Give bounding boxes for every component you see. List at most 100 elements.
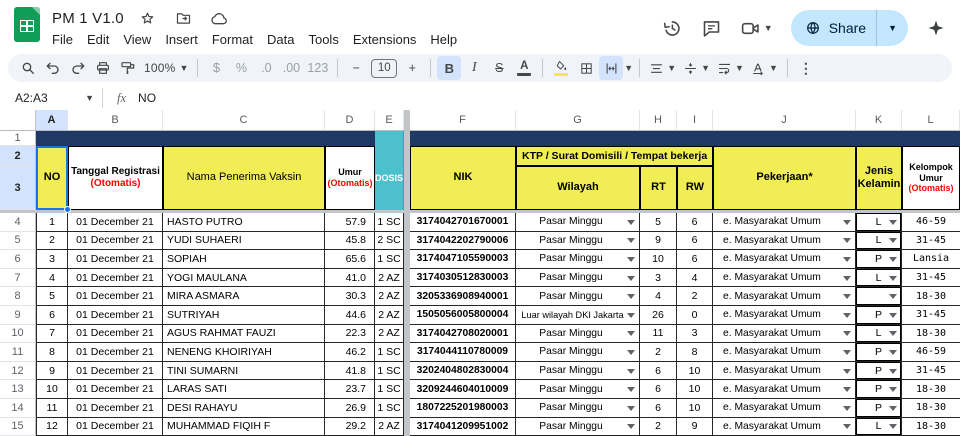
cell-umur[interactable]: 30.3 bbox=[325, 287, 375, 306]
cell-nik[interactable]: 3209244604010009 bbox=[410, 380, 516, 399]
cell-wilayah-dropdown[interactable]: Pasar Minggu bbox=[516, 343, 640, 362]
header-nama-cell[interactable]: Nama Penerima Vaksin bbox=[163, 146, 325, 210]
cell-kelompok-umur[interactable]: 46-59 bbox=[902, 213, 960, 232]
cell-nik[interactable]: 1505056005800004 bbox=[410, 305, 516, 325]
strikethrough-button[interactable]: S bbox=[487, 56, 511, 80]
column-header-H[interactable]: H bbox=[640, 110, 677, 130]
cell-rt[interactable]: 6 bbox=[640, 361, 677, 381]
dropdown-arrow-icon[interactable] bbox=[627, 312, 635, 318]
cell-rt[interactable]: 2 bbox=[640, 343, 677, 362]
column-header-C[interactable]: C bbox=[163, 110, 325, 130]
column-header-L[interactable]: L bbox=[902, 110, 960, 130]
dropdown-arrow-icon[interactable] bbox=[843, 256, 851, 262]
cell-jenis-kelamin-dropdown[interactable]: L bbox=[856, 324, 902, 344]
cell-jenis-kelamin-dropdown[interactable]: P bbox=[856, 361, 902, 381]
cell-rt[interactable]: 6 bbox=[640, 380, 677, 399]
cell-rw[interactable]: 3 bbox=[677, 324, 713, 344]
cell-pekerjaan-dropdown[interactable]: e. Masyarakat Umum bbox=[713, 213, 856, 232]
undo-button[interactable] bbox=[41, 56, 65, 80]
cell-nama-penerima[interactable]: HASTO PUTRO bbox=[163, 213, 325, 232]
header-umur-cell[interactable]: Umur (Otomatis) bbox=[325, 146, 375, 210]
cell-rt[interactable]: 2 bbox=[640, 417, 677, 436]
name-box[interactable]: A2:A3 ▼ bbox=[0, 91, 102, 105]
cell-nik[interactable]: 3202404802830004 bbox=[410, 361, 516, 381]
cell-wilayah-dropdown[interactable]: Pasar Minggu bbox=[516, 361, 640, 381]
toolbar-more-button[interactable]: ⋮ bbox=[794, 56, 818, 80]
cell-nama-penerima[interactable]: DESI RAHAYU bbox=[163, 398, 325, 418]
dropdown-arrow-icon[interactable] bbox=[627, 238, 635, 244]
cell-wilayah-dropdown[interactable]: Pasar Minggu bbox=[516, 324, 640, 344]
dropdown-arrow-icon[interactable] bbox=[843, 294, 851, 300]
dropdown-arrow-icon[interactable] bbox=[889, 349, 897, 355]
header-wilayah-cell[interactable]: Wilayah bbox=[516, 166, 640, 210]
row-header-4[interactable]: 4 bbox=[0, 213, 36, 232]
increase-decimal-button[interactable]: .00 bbox=[279, 56, 303, 80]
redo-button[interactable] bbox=[66, 56, 90, 80]
italic-button[interactable]: I bbox=[462, 56, 486, 80]
column-header-D[interactable]: D bbox=[325, 110, 375, 130]
cell-no[interactable]: 12 bbox=[36, 417, 68, 436]
borders-button[interactable] bbox=[574, 56, 598, 80]
print-button[interactable] bbox=[91, 56, 115, 80]
row-header-11[interactable]: 11 bbox=[0, 343, 36, 362]
cell-nama-penerima[interactable]: NENENG KHOIRIYAH bbox=[163, 343, 325, 362]
header-tanggal-cell[interactable]: Tanggal Registrasi (Otomatis) bbox=[68, 146, 163, 210]
banner-row-cell[interactable] bbox=[856, 131, 902, 146]
menu-data[interactable]: Data bbox=[260, 30, 301, 49]
dropdown-arrow-icon[interactable] bbox=[889, 312, 897, 318]
cell-kelompok-umur[interactable]: 18-30 bbox=[902, 398, 960, 418]
row-header-14[interactable]: 14 bbox=[0, 398, 36, 418]
cell-jenis-kelamin-dropdown[interactable]: P bbox=[856, 398, 902, 418]
cell-tanggal-registrasi[interactable]: 01 December 21 bbox=[68, 324, 163, 344]
cell-tanggal-registrasi[interactable]: 01 December 21 bbox=[68, 305, 163, 325]
cell-umur[interactable]: 26.9 bbox=[325, 398, 375, 418]
column-header-A[interactable]: A bbox=[36, 110, 68, 130]
comments-icon[interactable] bbox=[700, 16, 724, 40]
google-sheets-logo-icon[interactable] bbox=[14, 7, 40, 42]
cell-pekerjaan-dropdown[interactable]: e. Masyarakat Umum bbox=[713, 324, 856, 344]
header-no-cell[interactable]: NO bbox=[36, 146, 68, 210]
row-header-7[interactable]: 7 bbox=[0, 268, 36, 288]
cell-pekerjaan-dropdown[interactable]: e. Masyarakat Umum bbox=[713, 287, 856, 306]
cell-dosis[interactable]: 1 SC bbox=[375, 343, 404, 362]
paint-format-button[interactable] bbox=[116, 56, 140, 80]
cell-jenis-kelamin-dropdown[interactable]: P bbox=[856, 305, 902, 325]
cell-dosis[interactable]: 2 SC bbox=[375, 231, 404, 251]
header-jenis-kelamin-cell[interactable]: Jenis Kelamin bbox=[856, 146, 902, 210]
cell-rw[interactable]: 10 bbox=[677, 380, 713, 399]
cell-jenis-kelamin-dropdown[interactable]: L bbox=[856, 231, 902, 251]
dropdown-arrow-icon[interactable] bbox=[889, 294, 897, 300]
cell-rw[interactable]: 6 bbox=[677, 213, 713, 232]
dropdown-arrow-icon[interactable] bbox=[889, 387, 897, 393]
gemini-sparkle-icon[interactable] bbox=[924, 16, 948, 40]
header-pekerjaan-cell[interactable]: Pekerjaan* bbox=[713, 146, 856, 210]
cell-tanggal-registrasi[interactable]: 01 December 21 bbox=[68, 343, 163, 362]
row-header-13[interactable]: 13 bbox=[0, 380, 36, 399]
cell-jenis-kelamin-dropdown[interactable]: L bbox=[856, 417, 902, 436]
move-folder-icon[interactable] bbox=[172, 6, 196, 30]
cell-dosis[interactable]: 1 SC bbox=[375, 250, 404, 269]
cell-rw[interactable]: 9 bbox=[677, 417, 713, 436]
dropdown-arrow-icon[interactable] bbox=[627, 219, 635, 225]
cell-no[interactable]: 9 bbox=[36, 361, 68, 381]
cell-dosis[interactable]: 2 AZ bbox=[375, 268, 404, 288]
cell-rw[interactable]: 2 bbox=[677, 287, 713, 306]
menu-edit[interactable]: Edit bbox=[80, 30, 116, 49]
cell-wilayah-dropdown[interactable]: Pasar Minggu bbox=[516, 213, 640, 232]
dropdown-arrow-icon[interactable] bbox=[627, 349, 635, 355]
cell-nama-penerima[interactable]: MIRA ASMARA bbox=[163, 287, 325, 306]
cell-wilayah-dropdown[interactable]: Pasar Minggu bbox=[516, 287, 640, 306]
cell-tanggal-registrasi[interactable]: 01 December 21 bbox=[68, 231, 163, 251]
zoom-select[interactable]: 100% ▼ bbox=[141, 56, 191, 80]
dropdown-arrow-icon[interactable] bbox=[889, 331, 897, 337]
cell-nik[interactable]: 3174041209951002 bbox=[410, 417, 516, 436]
dropdown-arrow-icon[interactable] bbox=[889, 424, 897, 430]
cell-wilayah-dropdown[interactable]: Pasar Minggu bbox=[516, 380, 640, 399]
cell-kelompok-umur[interactable]: 31-45 bbox=[902, 361, 960, 381]
cell-rw[interactable]: 10 bbox=[677, 361, 713, 381]
cell-rt[interactable]: 6 bbox=[640, 398, 677, 418]
dropdown-arrow-icon[interactable] bbox=[627, 424, 635, 430]
text-wrap-button[interactable]: ▼ bbox=[714, 56, 747, 80]
number-format-button[interactable]: 123 bbox=[304, 56, 331, 80]
cell-nik[interactable]: 3205336908940001 bbox=[410, 287, 516, 306]
